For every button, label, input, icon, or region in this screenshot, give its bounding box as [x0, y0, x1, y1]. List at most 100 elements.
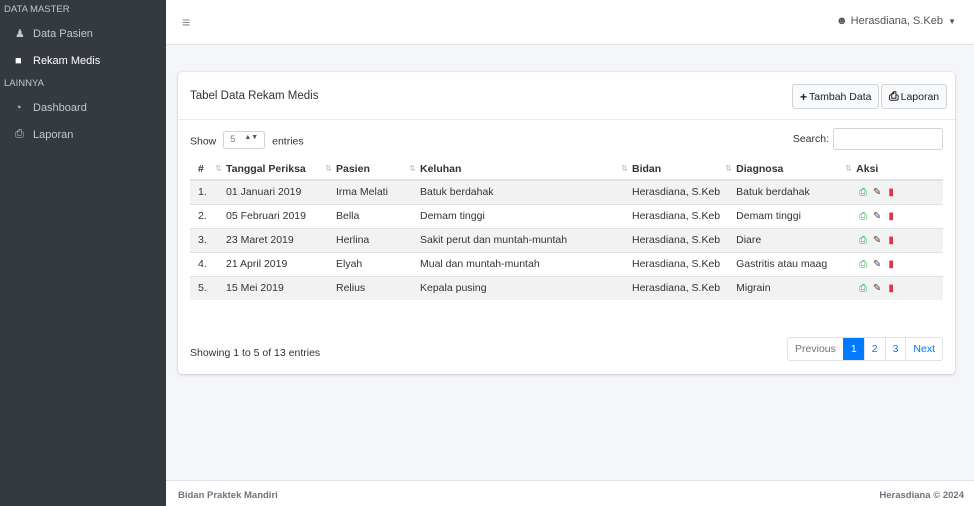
cell-bidan: Herasdiana, S.Keb — [624, 203, 729, 228]
col-diagnosa[interactable]: ⇅ Diagnosa — [725, 158, 849, 181]
cell-keluhan: Sakit perut dan muntah-muntah — [412, 227, 624, 252]
cell-bidan: Herasdiana, S.Keb — [624, 227, 729, 252]
previous-button[interactable]: Previous — [788, 338, 843, 360]
footer: Bidan Praktek Mandiri Herasdiana © 2024 — [166, 480, 974, 506]
table-row: 1. 01 Januari 2019 Irma Melati Batuk ber… — [190, 179, 943, 204]
select-arrows-icon: ▲▼ — [244, 134, 259, 141]
trash-icon[interactable]: ▮ — [884, 187, 898, 198]
col-aksi[interactable]: ⇅ Aksi — [845, 158, 943, 181]
sort-icon: ⇅ — [621, 164, 628, 173]
tambah-data-label: Tambah Data — [809, 90, 872, 103]
sort-icon: ⇅ — [725, 164, 732, 173]
user-circle-icon: ☻ — [836, 15, 848, 27]
search-control: Search: — [793, 128, 943, 150]
trash-icon[interactable]: ▮ — [884, 211, 898, 222]
cell-aksi: ⎙ ✎ ▮ — [848, 275, 943, 300]
table-row: 3. 23 Maret 2019 Herlina Sakit perut dan… — [190, 227, 943, 252]
trash-icon[interactable]: ▮ — [884, 235, 898, 246]
cell-no: 2. — [190, 203, 218, 228]
col-bidan[interactable]: ⇅ Bidan — [621, 158, 729, 181]
col-keluhan[interactable]: ⇅ Keluhan — [409, 158, 624, 181]
cell-no: 5. — [190, 275, 218, 300]
printer-icon: ⎙ — [15, 128, 24, 140]
print-icon[interactable]: ⎙ — [856, 187, 870, 198]
table-controls: Show 5 ▲▼ entries Search: — [190, 128, 943, 152]
sidebar-item-label: Data Pasien — [33, 27, 93, 40]
print-icon[interactable]: ⎙ — [856, 211, 870, 222]
main-content: Tabel Data Rekam Medis + Tambah Data ⎙ L… — [166, 45, 974, 480]
page-2-button[interactable]: 2 — [863, 338, 885, 360]
col-tanggal[interactable]: ⇅ Tanggal Periksa — [215, 158, 328, 181]
entries-control: Show 5 ▲▼ entries — [190, 131, 304, 149]
cell-pasien: Relius — [328, 275, 412, 300]
edit-icon[interactable]: ✎ — [870, 187, 884, 198]
cell-keluhan: Batuk berdahak — [412, 179, 624, 204]
cell-diagnosa: Gastritis atau maag — [728, 251, 849, 276]
cell-keluhan: Kepala pusing — [412, 275, 624, 300]
trash-icon[interactable]: ▮ — [884, 259, 898, 270]
table-row: 4. 21 April 2019 Elyah Mual dan muntah-m… — [190, 251, 943, 276]
edit-icon[interactable]: ✎ — [870, 259, 884, 270]
sidebar-item-label: Dashboard — [33, 101, 87, 114]
table-info: Showing 1 to 5 of 13 entries — [190, 347, 321, 359]
cell-aksi: ⎙ ✎ ▮ — [848, 251, 943, 276]
clipboard-icon: ■ — [15, 54, 22, 67]
user-menu[interactable]: ☻ Herasdiana, S.Keb ▼ — [836, 15, 956, 27]
search-label: Search: — [792, 133, 829, 145]
col-no[interactable]: # — [190, 158, 218, 181]
entries-label: entries — [272, 135, 304, 148]
footer-brand: Bidan Praktek Mandiri — [178, 490, 278, 501]
cell-aksi: ⎙ ✎ ▮ — [848, 227, 943, 252]
topbar: ≡ ☻ Herasdiana, S.Keb ▼ — [166, 0, 974, 45]
user-name: Herasdiana, S.Keb — [850, 15, 944, 27]
entries-select[interactable]: 5 ▲▼ — [223, 131, 266, 149]
cell-diagnosa: Diare — [728, 227, 849, 252]
print-icon[interactable]: ⎙ — [856, 259, 870, 270]
sidebar-item-data-pasien[interactable]: ♟ Data Pasien — [0, 20, 166, 47]
cell-aksi: ⎙ ✎ ▮ — [848, 203, 943, 228]
trash-icon[interactable]: ▮ — [884, 283, 898, 294]
page-3-button[interactable]: 3 — [884, 338, 906, 360]
next-button[interactable]: Next — [905, 338, 942, 360]
sort-icon: ⇅ — [325, 164, 332, 173]
user-group-icon: ♟ — [15, 28, 25, 40]
cell-keluhan: Mual dan muntah-muntah — [412, 251, 624, 276]
pagination: Previous 1 2 3 Next — [787, 337, 943, 361]
cell-pasien: Elyah — [328, 251, 412, 276]
cell-tanggal: 01 Januari 2019 — [218, 179, 328, 204]
page-1-button[interactable]: 1 — [842, 338, 864, 360]
table-row: 5. 15 Mei 2019 Relius Kepala pusing Hera… — [190, 275, 943, 300]
print-icon[interactable]: ⎙ — [856, 235, 870, 246]
cell-diagnosa: Batuk berdahak — [728, 179, 849, 204]
sidebar-item-label: Laporan — [33, 128, 74, 141]
sidebar-heading-other: LAINNYA — [4, 78, 44, 89]
cell-diagnosa: Migrain — [728, 275, 849, 300]
cell-tanggal: 23 Maret 2019 — [218, 227, 328, 252]
cell-no: 1. — [190, 179, 218, 204]
print-icon[interactable]: ⎙ — [856, 283, 870, 294]
sidebar-item-dashboard[interactable]: ◔ Dashboard — [0, 94, 166, 121]
card-header: Tabel Data Rekam Medis + Tambah Data ⎙ L… — [178, 72, 955, 120]
edit-icon[interactable]: ✎ — [870, 235, 884, 246]
rekam-medis-table: # ⇅ Tanggal Periksa ⇅ Pasien ⇅ Keluhan ⇅ Bid… — [190, 158, 943, 300]
card-title: Tabel Data Rekam Medis — [190, 90, 319, 102]
printer-icon: ⎙ — [889, 89, 899, 103]
search-input[interactable] — [833, 128, 943, 150]
sidebar: DATA MASTER ♟ Data Pasien ■ Rekam Medis … — [0, 0, 166, 506]
sidebar-item-laporan[interactable]: ⎙ Laporan — [0, 121, 166, 148]
hamburger-icon[interactable]: ≡ — [182, 14, 190, 30]
cell-tanggal: 05 Februari 2019 — [218, 203, 328, 228]
cell-pasien: Herlina — [328, 227, 412, 252]
cell-tanggal: 15 Mei 2019 — [218, 275, 328, 300]
cell-keluhan: Demam tinggi — [412, 203, 624, 228]
footer-copyright: Herasdiana © 2024 — [879, 490, 964, 501]
col-pasien[interactable]: ⇅ Pasien — [325, 158, 412, 181]
laporan-button[interactable]: ⎙ Laporan — [881, 84, 948, 109]
sort-icon: ⇅ — [845, 164, 852, 173]
sidebar-heading-master: DATA MASTER — [4, 4, 70, 15]
edit-icon[interactable]: ✎ — [870, 211, 884, 222]
edit-icon[interactable]: ✎ — [870, 283, 884, 294]
dashboard-icon: ◔ — [15, 101, 22, 114]
tambah-data-button[interactable]: + Tambah Data — [792, 84, 880, 109]
sidebar-item-rekam-medis[interactable]: ■ Rekam Medis — [0, 47, 166, 74]
